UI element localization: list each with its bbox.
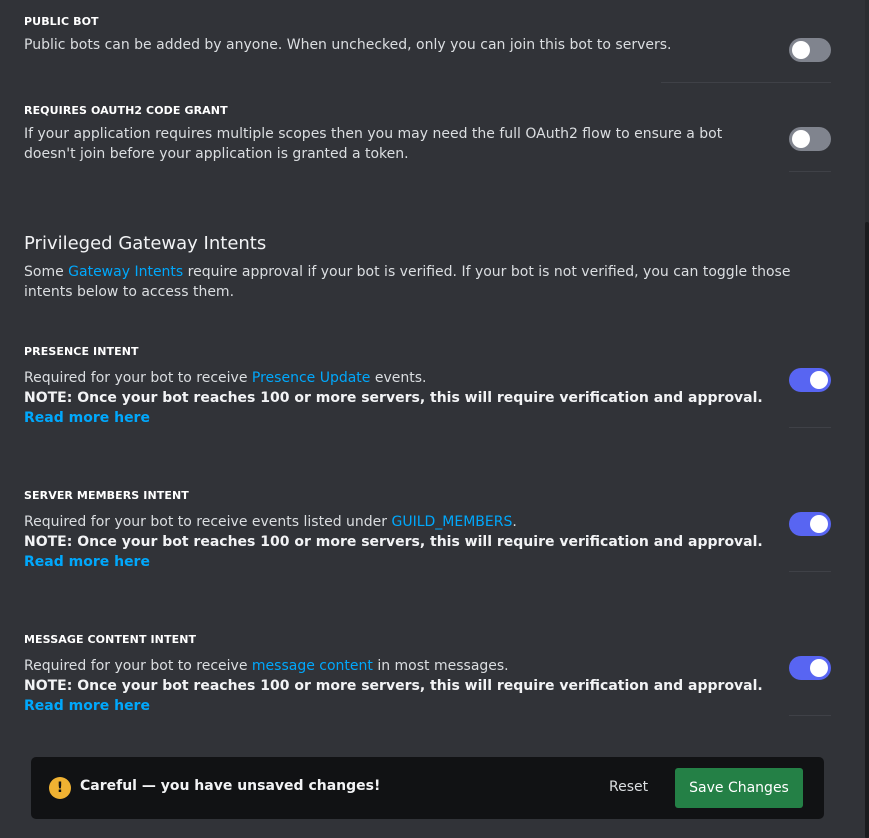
oauth2-grant-toggle[interactable]	[789, 127, 831, 151]
toggle-knob	[810, 659, 828, 677]
verification-note: NOTE: Once your bot reaches 100 or more …	[24, 534, 763, 550]
read-more-link[interactable]: Read more here	[24, 410, 150, 426]
bot-settings-page: PUBLIC BOT Public bots can be added by a…	[0, 0, 869, 838]
presence-intent-label: PRESENCE INTENT	[24, 345, 139, 358]
guild-members-link[interactable]: GUILD_MEMBERS	[391, 514, 512, 530]
scrollbar-track[interactable]	[865, 0, 869, 838]
toggle-knob	[810, 515, 828, 533]
desc-text: Some	[24, 264, 69, 280]
divider	[789, 171, 831, 172]
privileged-intents-title: Privileged Gateway Intents	[24, 233, 267, 254]
public-bot-setting: PUBLIC BOT Public bots can be added by a…	[24, 15, 831, 62]
scrollbar-thumb[interactable]	[865, 222, 869, 838]
divider	[661, 82, 831, 83]
desc-text: in most messages.	[372, 658, 509, 674]
oauth2-grant-label: REQUIRES OAUTH2 CODE GRANT	[24, 104, 228, 117]
desc-text: Required for your bot to receive	[24, 370, 252, 386]
reset-button[interactable]: Reset	[609, 779, 648, 795]
server-members-intent-label: SERVER MEMBERS INTENT	[24, 489, 189, 502]
presence-update-link[interactable]: Presence Update	[252, 370, 371, 386]
oauth2-grant-setting: REQUIRES OAUTH2 CODE GRANT If your appli…	[24, 104, 831, 164]
public-bot-label: PUBLIC BOT	[24, 15, 99, 28]
presence-intent-setting: PRESENCE INTENT Required for your bot to…	[24, 345, 831, 428]
toggle-knob	[792, 130, 810, 148]
desc-text: Required for your bot to receive events …	[24, 514, 392, 530]
warning-icon: !	[49, 777, 71, 799]
toggle-knob	[792, 41, 810, 59]
desc-text: Required for your bot to receive	[24, 658, 252, 674]
desc-text: .	[512, 514, 517, 530]
server-members-intent-setting: SERVER MEMBERS INTENT Required for your …	[24, 489, 831, 572]
divider	[789, 571, 831, 572]
save-changes-button[interactable]: Save Changes	[675, 768, 803, 808]
message-content-intent-setting: MESSAGE CONTENT INTENT Required for your…	[24, 633, 831, 716]
message-content-intent-label: MESSAGE CONTENT INTENT	[24, 633, 197, 646]
read-more-link[interactable]: Read more here	[24, 698, 150, 714]
desc-text: events.	[370, 370, 427, 386]
gateway-intents-link[interactable]: Gateway Intents	[68, 264, 183, 280]
presence-intent-toggle[interactable]	[789, 368, 831, 392]
unsaved-changes-bar: ! Careful — you have unsaved changes! Re…	[31, 757, 824, 819]
public-bot-description: Public bots can be added by anyone. When…	[24, 37, 672, 53]
read-more-link[interactable]: Read more here	[24, 554, 150, 570]
divider	[789, 715, 831, 716]
server-members-intent-toggle[interactable]	[789, 512, 831, 536]
privileged-intents-section: Privileged Gateway Intents Some Gateway …	[24, 233, 831, 302]
divider	[789, 427, 831, 428]
privileged-intents-description: Some Gateway Intents require approval if…	[24, 262, 814, 302]
presence-intent-description: Required for your bot to receive Presenc…	[24, 368, 769, 428]
toggle-knob	[810, 371, 828, 389]
oauth2-grant-description: If your application requires multiple sc…	[24, 126, 723, 162]
message-content-link[interactable]: message content	[252, 658, 373, 674]
server-members-intent-description: Required for your bot to receive events …	[24, 512, 769, 572]
verification-note: NOTE: Once your bot reaches 100 or more …	[24, 390, 763, 406]
message-content-intent-description: Required for your bot to receive message…	[24, 656, 769, 716]
public-bot-toggle[interactable]	[789, 38, 831, 62]
unsaved-changes-message: Careful — you have unsaved changes!	[80, 778, 381, 794]
verification-note: NOTE: Once your bot reaches 100 or more …	[24, 678, 763, 694]
message-content-intent-toggle[interactable]	[789, 656, 831, 680]
